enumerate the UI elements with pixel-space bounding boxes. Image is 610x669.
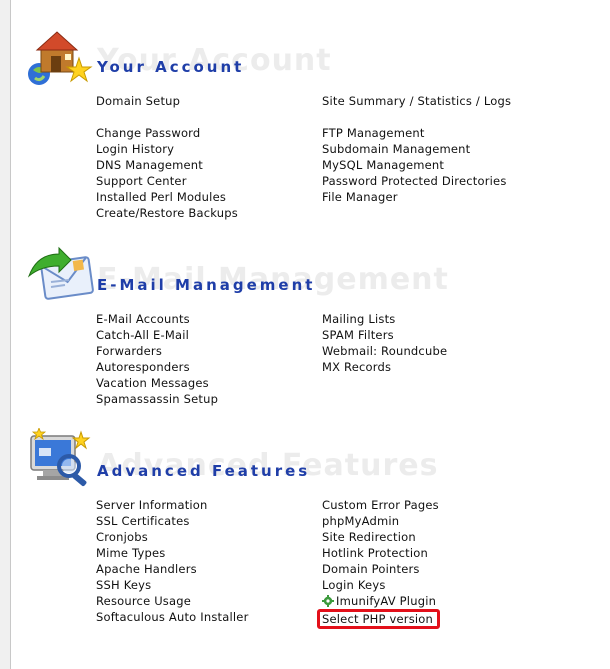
link-apache-handlers[interactable]: Apache Handlers (96, 561, 249, 577)
link-login-history[interactable]: Login History (96, 141, 238, 157)
link-softaculous-auto-installer[interactable]: Softaculous Auto Installer (96, 609, 249, 625)
email-envelope-icon (27, 246, 94, 300)
highlight-box: Select PHP version (317, 609, 441, 629)
link-domain-pointers[interactable]: Domain Pointers (322, 561, 440, 577)
link-column-left: Server Information SSL Certificates Cron… (96, 497, 249, 625)
link-site-summary[interactable]: Site Summary / Statistics / Logs (322, 93, 511, 109)
computer-tools-icon (30, 428, 91, 487)
link-site-redirection[interactable]: Site Redirection (322, 529, 440, 545)
link-phpmyadmin[interactable]: phpMyAdmin (322, 513, 440, 529)
link-column-right: Custom Error Pages phpMyAdmin Site Redir… (317, 497, 441, 629)
link-column-right: Site Summary / Statistics / Logs FTP Man… (322, 93, 511, 205)
section-title: Advanced Features (97, 462, 311, 480)
link-cronjobs[interactable]: Cronjobs (96, 529, 249, 545)
link-login-keys[interactable]: Login Keys (322, 577, 440, 593)
section-title: E-Mail Management (97, 276, 316, 294)
link-mailing-lists[interactable]: Mailing Lists (322, 311, 447, 327)
link-mime-types[interactable]: Mime Types (96, 545, 249, 561)
main-panel: Your Account Your Account Domain Setup C… (10, 0, 610, 669)
link-resource-usage[interactable]: Resource Usage (96, 593, 249, 609)
link-forwarders[interactable]: Forwarders (96, 343, 218, 359)
link-mx-records[interactable]: MX Records (322, 359, 447, 375)
house-account-icon (28, 31, 93, 85)
section-title: Your Account (97, 58, 245, 76)
link-autoresponders[interactable]: Autoresponders (96, 359, 218, 375)
link-ssh-keys[interactable]: SSH Keys (96, 577, 249, 593)
link-create-restore-backups[interactable]: Create/Restore Backups (96, 205, 238, 221)
link-mysql-management[interactable]: MySQL Management (322, 157, 511, 173)
link-spam-filters[interactable]: SPAM Filters (322, 327, 447, 343)
link-dns-management[interactable]: DNS Management (96, 157, 238, 173)
link-password-protected-directories[interactable]: Password Protected Directories (322, 173, 511, 189)
link-column-left: E-Mail Accounts Catch-All E-Mail Forward… (96, 311, 218, 407)
link-server-information[interactable]: Server Information (96, 497, 249, 513)
link-installed-perl-modules[interactable]: Installed Perl Modules (96, 189, 238, 205)
link-domain-setup[interactable]: Domain Setup (96, 93, 238, 109)
link-vacation-messages[interactable]: Vacation Messages (96, 375, 218, 391)
link-file-manager[interactable]: File Manager (322, 189, 511, 205)
link-webmail-roundcube[interactable]: Webmail: Roundcube (322, 343, 447, 359)
link-column-left: Domain Setup Change Password Login Histo… (96, 93, 238, 221)
link-ssl-certificates[interactable]: SSL Certificates (96, 513, 249, 529)
link-select-php-version[interactable]: Select PHP version (317, 609, 441, 629)
link-custom-error-pages[interactable]: Custom Error Pages (322, 497, 440, 513)
gear-plugin-icon (322, 595, 334, 607)
link-imunifyav-plugin[interactable]: ImunifyAV Plugin (322, 593, 440, 609)
link-ftp-management[interactable]: FTP Management (322, 125, 511, 141)
link-hotlink-protection[interactable]: Hotlink Protection (322, 545, 440, 561)
link-column-right: Mailing Lists SPAM Filters Webmail: Roun… (322, 311, 447, 375)
link-catch-all-email[interactable]: Catch-All E-Mail (96, 327, 218, 343)
link-spamassassin-setup[interactable]: Spamassassin Setup (96, 391, 218, 407)
link-support-center[interactable]: Support Center (96, 173, 238, 189)
link-subdomain-management[interactable]: Subdomain Management (322, 141, 511, 157)
link-change-password[interactable]: Change Password (96, 125, 238, 141)
link-email-accounts[interactable]: E-Mail Accounts (96, 311, 218, 327)
link-imunifyav-plugin-label: ImunifyAV Plugin (336, 594, 437, 608)
